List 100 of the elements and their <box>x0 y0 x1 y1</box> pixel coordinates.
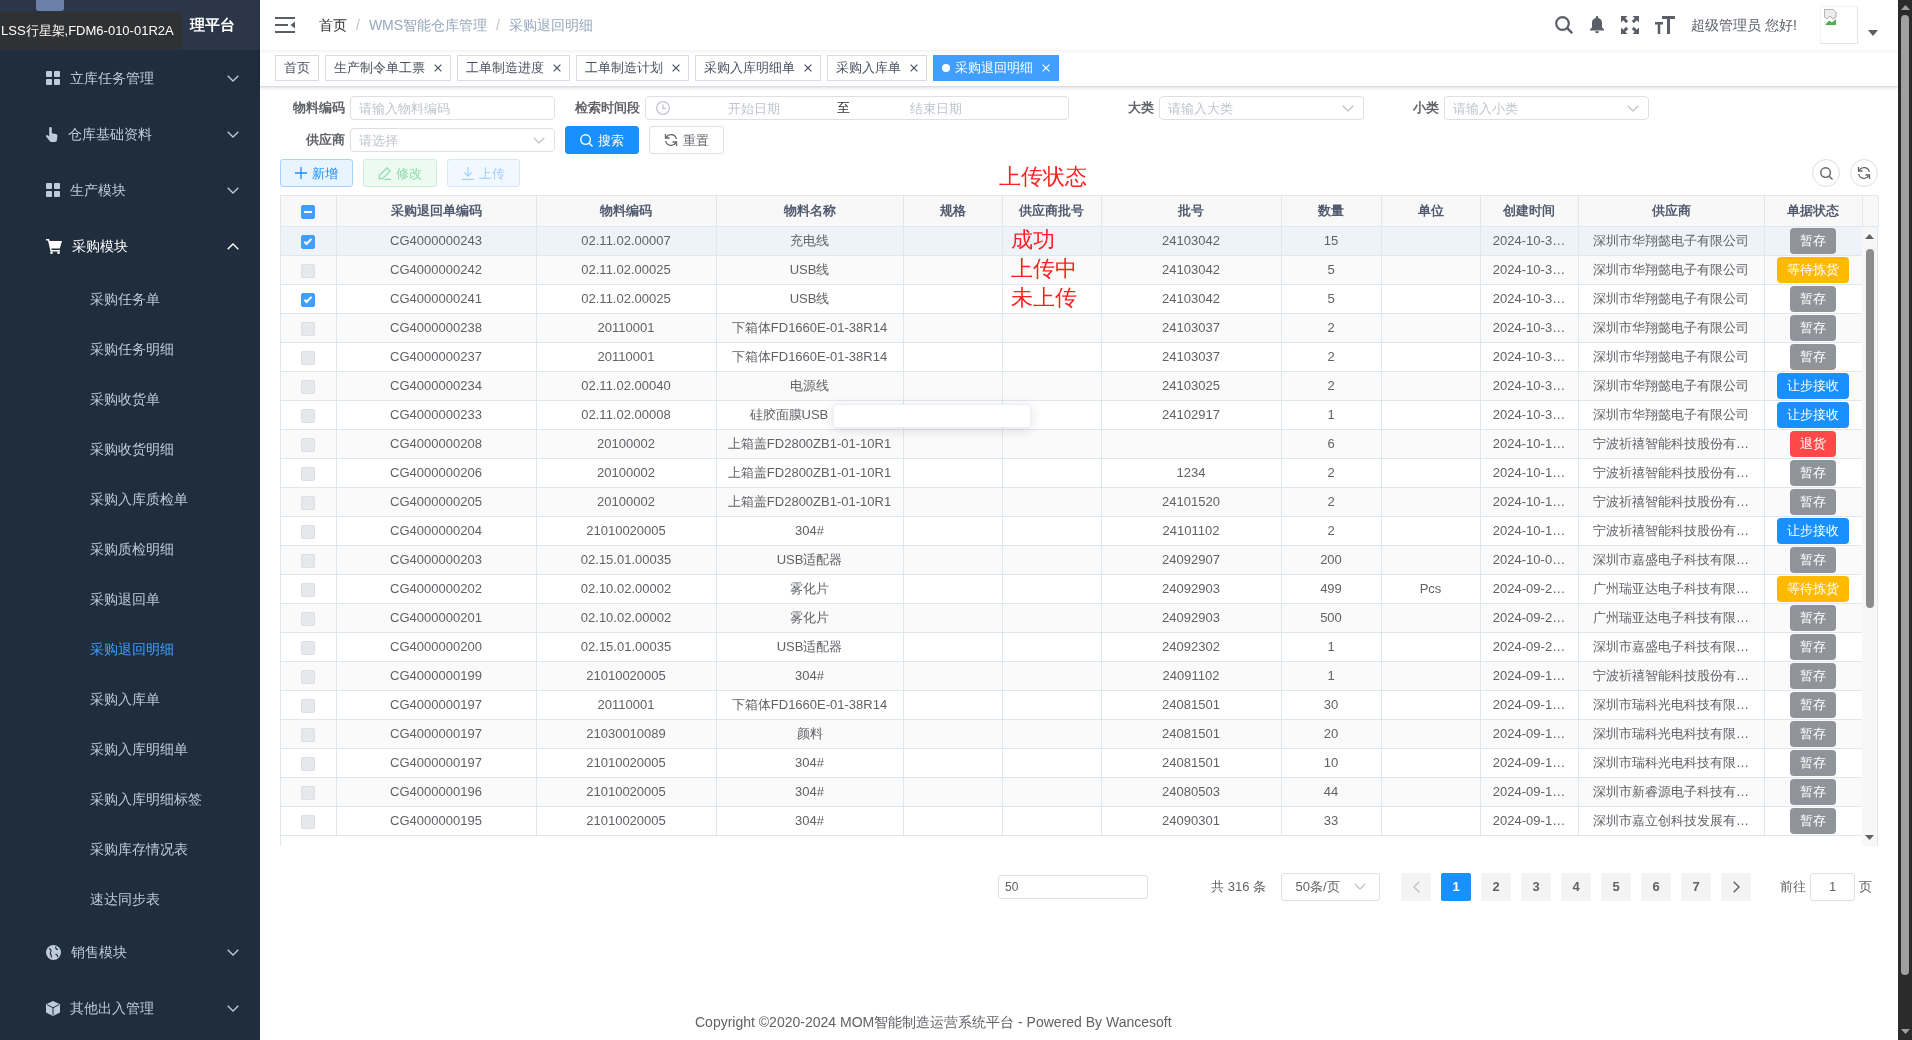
page-button[interactable]: 5 <box>1601 872 1631 901</box>
table-row[interactable]: CG4000000197 21010020005 304# 24081501 10 2024-09-1… 深圳市瑞科光电科技有限… 暂存 <box>281 748 1862 778</box>
date-range-field[interactable]: 开始日期 至 结束日期 <box>645 96 1069 120</box>
cart-icon <box>46 238 62 254</box>
table-cell: 5 <box>1281 255 1381 285</box>
caret-icon[interactable] <box>1868 30 1878 36</box>
table-row[interactable]: CG4000000196 21010020005 304# 24080503 44 2024-09-1… 深圳市新睿源电子科技有… 暂存 <box>281 777 1862 807</box>
menu-item[interactable]: 仓库基础资料 <box>0 106 260 162</box>
table-row[interactable]: CG4000000238 20110001 下箱体FD1660E-01-38R14 24103037 2 2024-10-3… 深圳市华翔懿电子有限公司 暂存 <box>281 313 1862 343</box>
table-row[interactable]: CG4000000243 02.11.02.00007 充电线 成功 24103042 15 2024-10-3… 深圳市华翔懿电子有限公司 暂存 <box>281 226 1862 256</box>
select-field[interactable]: 请输入大类 <box>1159 96 1364 120</box>
table-row[interactable]: CG4000000202 02.10.02.00002 雾化片 24092903 499 Pcs 2024-09-2… 广州瑞亚达电子科技有限… 等待拣货 <box>281 574 1862 604</box>
table-row[interactable]: CG4000000204 21010020005 304# 24101102 2 2024-10-1… 宁波祈禧智能科技股份有… 让步接收 <box>281 516 1862 546</box>
page-button[interactable]: 2 <box>1481 872 1511 901</box>
scrollbar-thumb[interactable] <box>1865 248 1874 608</box>
table-cell: Pcs <box>1381 574 1480 604</box>
page-number-input[interactable]: 1 <box>1810 872 1855 901</box>
select-field[interactable]: 请选择 <box>350 128 555 152</box>
page-scrollbar[interactable] <box>1898 0 1912 1040</box>
close-icon[interactable] <box>910 64 918 72</box>
table-row[interactable]: CG4000000199 21010020005 304# 24091102 1 2024-09-1… 宁波祈禧智能科技股份有… 暂存 <box>281 661 1862 691</box>
submenu-item[interactable]: 速达同步表 <box>0 874 260 924</box>
menu-item[interactable]: 生产模块 <box>0 162 260 218</box>
avatar-placeholder[interactable] <box>1820 6 1858 44</box>
page-button[interactable]: 3 <box>1521 872 1551 901</box>
search-icon[interactable] <box>1555 16 1574 34</box>
input-field[interactable]: 请输入物料编码 <box>350 96 555 120</box>
status-badge: 暂存 <box>1790 634 1836 660</box>
next-page-button[interactable] <box>1721 872 1751 901</box>
submenu-item[interactable]: 采购退回单 <box>0 574 260 624</box>
tab[interactable]: 首页 <box>275 55 319 81</box>
table-row[interactable]: CG4000000208 20100002 上箱盖FD2800ZB1-01-10R1 6 2024-10-1… 宁波祈禧智能科技股份有… 退货 <box>281 429 1862 459</box>
table-row[interactable]: CG4000000197 21030010089 颜料 24081501 20 2024-09-1… 深圳市瑞科光电科技有限… 暂存 <box>281 719 1862 749</box>
table-cell: 2024-09-2… <box>1480 632 1578 662</box>
down-arrow-icon[interactable] <box>1865 834 1874 840</box>
breadcrumb-link[interactable]: 首页 <box>319 14 347 36</box>
close-icon[interactable] <box>672 64 680 72</box>
bell-icon[interactable] <box>1589 16 1606 34</box>
page-button[interactable]: 6 <box>1641 872 1671 901</box>
table-row[interactable]: CG4000000197 20110001 下箱体FD1660E-01-38R14 24081501 30 2024-09-1… 深圳市瑞科光电科技有限… 暂存 <box>281 690 1862 720</box>
field-label: 大类 <box>1127 99 1154 118</box>
tab[interactable]: 生产制令单工票 <box>325 55 451 81</box>
menu-item[interactable]: 其他出入管理 <box>0 980 260 1036</box>
submenu-item[interactable]: 采购质检明细 <box>0 524 260 574</box>
close-icon[interactable] <box>553 64 561 72</box>
table-row[interactable]: CG4000000241 02.11.02.00025 USB线 未上传 24103042 5 2024-10-3… 深圳市华翔懿电子有限公司 暂存 <box>281 284 1862 314</box>
tab[interactable]: 采购入库明细单 <box>695 55 821 81</box>
end-date-input[interactable]: 结束日期 <box>856 98 1016 118</box>
up-arrow-icon[interactable] <box>1865 233 1874 239</box>
menu-item[interactable]: 销售模块 <box>0 924 260 980</box>
table-scrollbar[interactable] <box>1862 226 1878 846</box>
refresh-button[interactable] <box>1850 159 1878 187</box>
tab[interactable]: 工单制造计划 <box>576 55 689 81</box>
submenu-item[interactable]: 采购入库质检单 <box>0 474 260 524</box>
table-row[interactable]: CG4000000206 20100002 上箱盖FD2800ZB1-01-10R1 1234 2 2024-10-1… 宁波祈禧智能科技股份有… 暂存 <box>281 458 1862 488</box>
table-cell: 21010020005 <box>536 748 716 778</box>
page-button[interactable]: 4 <box>1561 872 1591 901</box>
table-row[interactable]: CG4000000203 02.15.01.00035 USB适配器 24092907 200 2024-10-0… 深圳市嘉盛电子科技有限… 暂存 <box>281 545 1862 575</box>
table-cell: CG4000000197 <box>336 719 536 749</box>
table-row[interactable]: CG4000000200 02.15.01.00035 USB适配器 24092302 1 2024-09-2… 深圳市嘉盛电子科技有限… 暂存 <box>281 632 1862 662</box>
up-arrow-icon[interactable] <box>1900 5 1910 10</box>
text-size-icon[interactable] <box>1655 16 1676 34</box>
table-row[interactable]: CG4000000205 20100002 上箱盖FD2800ZB1-01-10R1 24101520 2 2024-10-1… 宁波祈禧智能科技股份有… 暂存 <box>281 487 1862 517</box>
menu-item[interactable]: 立库任务管理 <box>0 50 260 106</box>
submenu-item[interactable]: 采购入库单 <box>0 674 260 724</box>
submenu-item[interactable]: 采购入库明细标签 <box>0 774 260 824</box>
menu-icon[interactable] <box>275 17 295 33</box>
submenu-item[interactable]: 采购收货单 <box>0 374 260 424</box>
tab[interactable]: 采购入库单 <box>827 55 927 81</box>
number-input[interactable]: 50 <box>998 874 1149 899</box>
table-cell: 304# <box>716 777 903 807</box>
menu-item[interactable]: 采购模块 <box>0 218 260 274</box>
close-icon[interactable] <box>434 64 442 72</box>
tab[interactable]: 工单制造进度 <box>457 55 570 81</box>
submenu-item[interactable]: 采购入库明细单 <box>0 724 260 774</box>
row-checkbox[interactable] <box>301 292 316 307</box>
submenu-item[interactable]: 采购库存情况表 <box>0 824 260 874</box>
page-button[interactable]: 7 <box>1681 872 1711 901</box>
start-date-input[interactable]: 开始日期 <box>676 98 831 118</box>
select-all-checkbox[interactable] <box>301 204 316 219</box>
select-field[interactable]: 请输入小类 <box>1444 96 1649 120</box>
table-row[interactable]: CG4000000195 21010020005 304# 24090301 33 2024-09-1… 深圳市嘉立创科技发展有… 暂存 <box>281 806 1862 836</box>
fullscreen-icon[interactable] <box>1621 16 1640 34</box>
page-size-select[interactable]: 50条/页 <box>1281 872 1380 901</box>
submenu-item[interactable]: 采购任务明细 <box>0 324 260 374</box>
down-arrow-icon[interactable] <box>1900 1029 1910 1034</box>
table-row[interactable]: CG4000000237 20110001 下箱体FD1660E-01-38R14 24103037 2 2024-10-3… 深圳市华翔懿电子有限公司 暂存 <box>281 342 1862 372</box>
table-row[interactable]: CG4000000234 02.11.02.00040 电源线 24103025 2 2024-10-3… 深圳市华翔懿电子有限公司 让步接收 <box>281 371 1862 401</box>
search-toggle-button[interactable] <box>1812 159 1840 187</box>
submenu-item[interactable]: 采购收货明细 <box>0 424 260 474</box>
table-row[interactable]: CG4000000233 02.11.02.00008 硅胶面膜USB 24102917 1 2024-10-3… 深圳市华翔懿电子有限公司 让步接收 <box>281 400 1862 430</box>
table-row[interactable]: CG4000000242 02.11.02.00025 USB线 上传中 24103042 5 2024-10-3… 深圳市华翔懿电子有限公司 等待拣货 <box>281 255 1862 285</box>
row-checkbox[interactable] <box>301 234 316 249</box>
reset-button[interactable]: 重置 <box>649 126 724 154</box>
submenu-item[interactable]: 采购任务单 <box>0 274 260 324</box>
close-icon[interactable] <box>804 64 812 72</box>
scrollbar-thumb[interactable] <box>1901 15 1909 975</box>
table-row[interactable]: CG4000000201 02.10.02.00002 雾化片 24092903 500 2024-09-2… 广州瑞亚达电子科技有限… 暂存 <box>281 603 1862 633</box>
table-cell: 深圳市华翔懿电子有限公司 <box>1578 226 1764 256</box>
submenu-item[interactable]: 采购退回明细 <box>0 624 260 674</box>
